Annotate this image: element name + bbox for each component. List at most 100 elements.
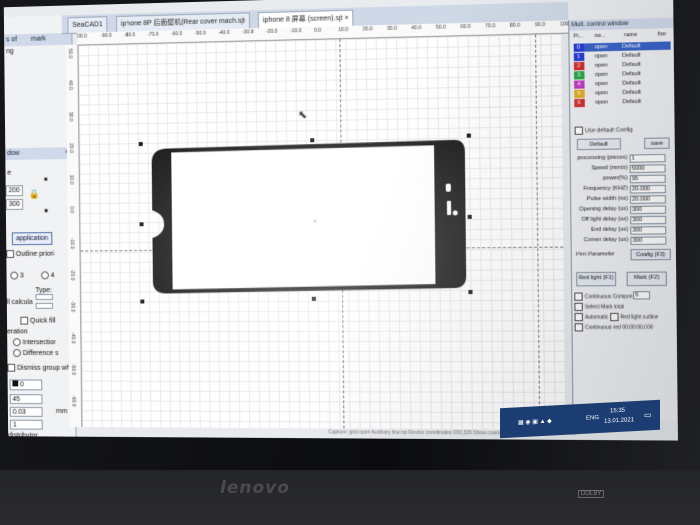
spacing-field[interactable]: 0.03 <box>10 407 43 417</box>
fill-select[interactable] <box>36 303 53 309</box>
dolby-badge: DOLBY <box>578 490 604 498</box>
dismiss-group-checkbox[interactable]: Dismiss group whe <box>7 364 74 372</box>
param-value[interactable]: 95 <box>630 175 666 184</box>
param-label: Opening delay (us) <box>573 206 628 213</box>
quick-fill-label: Quick fill <box>30 317 56 324</box>
param-value[interactable]: 20.000 <box>630 195 666 204</box>
param-value[interactable]: 20.000 <box>630 185 666 194</box>
intersection-radio[interactable]: Intersectior <box>13 338 56 346</box>
field-letter: e <box>7 170 11 177</box>
small-square-icon[interactable]: ■ <box>44 177 48 183</box>
col-header-mark: mark <box>31 34 46 46</box>
type-select[interactable] <box>36 294 53 300</box>
layer-state: open <box>595 98 608 106</box>
config-button[interactable]: Config (F3) <box>631 249 671 261</box>
ruler-left-tick: 0.0 <box>68 206 74 213</box>
count-field[interactable]: 1 <box>10 420 43 430</box>
layer-name: Default <box>622 51 640 60</box>
radio-icon <box>13 338 21 346</box>
select-mark-checkbox[interactable]: Select Mark total <box>574 303 624 311</box>
ruler-left-tick: -40.0 <box>70 332 76 343</box>
layer-state: open <box>595 61 608 69</box>
clock-time[interactable]: 15:35 <box>610 408 625 415</box>
red-light-button[interactable]: Red light (F1) <box>576 272 616 287</box>
color-value: 0 <box>20 381 24 388</box>
ruler-top-tick: 70.0 <box>485 23 495 29</box>
ruler-left-tick: 50.0 <box>67 49 73 59</box>
height-field[interactable]: 300 <box>6 199 23 210</box>
close-icon[interactable]: × <box>344 15 348 22</box>
radio-4[interactable]: 4 <box>41 271 54 279</box>
fill-calc-label: ll calcula <box>7 299 33 306</box>
layer-name: Default <box>623 98 641 107</box>
taskbar-icons[interactable]: ▦ ◉ ▣ ▲ ◆ <box>518 417 552 426</box>
param-label: Off light delay (us) <box>573 216 628 223</box>
small-square-icon-2[interactable]: ■ <box>44 209 48 215</box>
quick-fill-checkbox[interactable]: Quick fill <box>20 317 55 325</box>
window-header: dow × <box>5 147 73 160</box>
radio-3[interactable]: 3 <box>10 272 23 280</box>
layer-number: 5 <box>577 90 580 98</box>
color-swatch <box>12 380 18 386</box>
outline-checkbox[interactable]: Outline priori <box>6 250 54 258</box>
color-select[interactable]: 0 <box>10 379 43 390</box>
radio-icon <box>41 271 49 279</box>
photo: s of mark ng dow × e 200 300 🔒 ■ ■ appli… <box>0 0 700 525</box>
automatic-checkbox[interactable]: Automatic Red light outline <box>574 313 658 321</box>
ruler-top-tick: -20.0 <box>266 29 277 35</box>
continuous-red-checkbox[interactable]: Continuous red 00:00:00.000 <box>575 323 653 331</box>
checkbox-icon <box>6 250 14 258</box>
left-row[interactable]: ng <box>6 48 14 55</box>
save-button[interactable]: save <box>644 137 670 149</box>
layer-number: 4 <box>577 80 580 88</box>
ruler-top-tick: 30.0 <box>387 26 397 32</box>
layer-name: Default <box>622 42 640 51</box>
difference-radio[interactable]: Difference s <box>13 349 59 357</box>
col-header-size: s of <box>6 36 17 43</box>
checkbox-icon <box>574 303 582 311</box>
param-value[interactable]: 300 <box>630 216 666 225</box>
drawing-canvas[interactable]: × ⬉ <box>78 34 565 430</box>
application-button[interactable]: application <box>12 232 53 245</box>
phone-inner-cutout <box>171 145 435 289</box>
status-bar: Capture: grid open Auxiliary line:op Dev… <box>81 427 570 438</box>
mark-button[interactable]: Mark (F2) <box>627 272 667 287</box>
param-value[interactable]: 300 <box>630 206 666 215</box>
language-indicator[interactable]: ENG <box>586 415 599 422</box>
lock-icon[interactable]: 🔒 <box>29 189 40 200</box>
layer-state: open <box>595 52 608 60</box>
ruler-top-tick: -90.0 <box>101 33 112 39</box>
param-value[interactable]: 1 <box>630 154 666 163</box>
clock-date[interactable]: 13.01.2021 <box>604 417 634 425</box>
ruler-top-tick: 10.0 <box>338 27 348 33</box>
layer-number: 2 <box>577 62 580 70</box>
angle-field[interactable]: 45 <box>10 394 43 404</box>
width-field[interactable]: 200 <box>6 185 23 196</box>
ruler-top-tick: 60.0 <box>460 24 470 30</box>
layer-number: 1 <box>577 53 580 61</box>
checkbox-icon <box>20 317 28 325</box>
distributor-label: distributor <box>8 432 38 439</box>
center-marker: × <box>313 218 317 225</box>
layer-row[interactable]: 6 open Default <box>574 97 671 107</box>
param-value[interactable]: 300 <box>630 236 666 245</box>
components-field[interactable]: 5 <box>633 291 650 299</box>
col-pr: Pr... <box>574 33 583 39</box>
ruler-top-tick: 80.0 <box>510 23 520 29</box>
default-button[interactable]: Default <box>577 138 621 150</box>
param-label: Pulse width (ns) <box>573 196 628 203</box>
param-value[interactable]: 5000 <box>630 164 666 173</box>
use-default-checkbox[interactable]: Use default Config <box>575 126 633 135</box>
ruler-left-tick: -60.0 <box>70 395 76 406</box>
ruler-top-tick: -80.0 <box>124 32 135 38</box>
continuous-checkbox[interactable]: Continuous Compon <box>574 292 632 300</box>
difference-label: Difference s <box>23 350 59 357</box>
param-label: power(%) <box>573 175 628 182</box>
notification-icon[interactable]: ▭ <box>644 410 652 419</box>
phone-outline-drawing[interactable]: × <box>78 34 565 430</box>
ruler-left-tick: 20.0 <box>68 143 74 153</box>
param-value[interactable]: 300 <box>630 226 666 235</box>
tab-seacad1[interactable]: SeaCAD1 <box>67 16 107 33</box>
laptop-bezel: s of mark ng dow × e 200 300 🔒 ■ ■ appli… <box>0 0 700 470</box>
layer-name: Default <box>622 79 640 88</box>
